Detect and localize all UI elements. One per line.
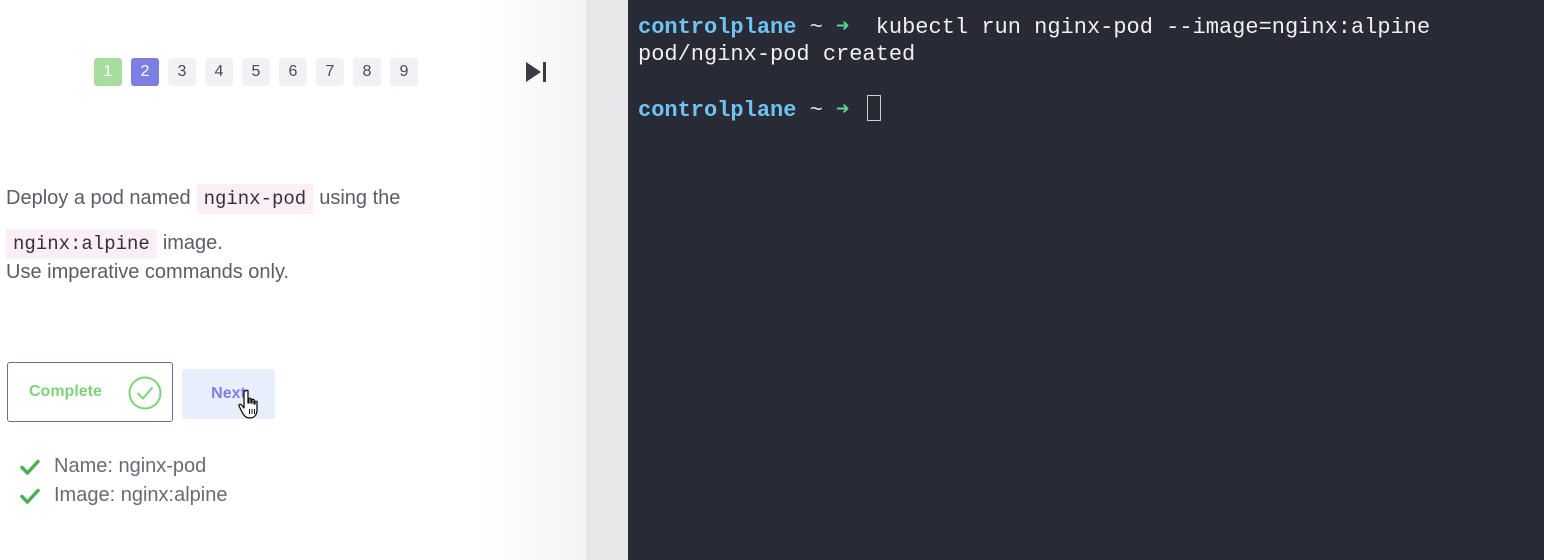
page-button-3[interactable]: 3 [168,58,196,86]
terminal-command-line: controlplane ~ ➜ kubectl run nginx-pod -… [638,14,1544,41]
check-circle-icon [128,376,162,410]
page-button-1[interactable]: 1 [94,58,122,86]
check-item-label: Image: nginx:alpine [54,484,228,506]
prompt-tilde: ~ [809,15,823,40]
skip-to-end-icon[interactable] [524,60,548,84]
complete-button[interactable]: Complete [7,362,173,422]
terminal-command: kubectl run nginx-pod --image=nginx:alpi… [875,15,1431,40]
question-line: Use imperative commands only. [6,258,526,286]
image-code: nginx:alpine [6,228,157,259]
page-button-2[interactable]: 2 [131,58,159,86]
page-button-5[interactable]: 5 [242,58,270,86]
check-item: Name: nginx-pod [20,452,227,481]
check-icon [20,457,40,477]
check-icon [20,486,40,506]
prompt-host: controlplane [638,98,797,123]
question-text-segment: image. [162,232,223,254]
validation-checklist: Name: nginx-pod Image: nginx:alpine [20,452,227,510]
prompt-tilde: ~ [809,98,823,123]
question-text-segment: Deploy a pod named [6,187,191,209]
question-instruction: Use imperative commands only. [6,260,290,283]
complete-button-label: Complete [29,383,102,400]
pod-name-code: nginx-pod [196,183,314,214]
question-pagination: 1 2 3 4 5 6 7 8 9 [94,58,418,86]
page-button-6[interactable]: 6 [279,58,307,86]
page-button-4[interactable]: 4 [205,58,233,86]
pointer-hand-icon [238,389,264,421]
prompt-host: controlplane [638,15,797,40]
terminal-cursor [866,95,881,121]
question-text-segment: using the [319,187,401,209]
panel-divider[interactable] [586,0,628,560]
terminal-output: pod/nginx-pod created [638,42,916,67]
question-line: Deploy a pod named nginx-pod using the [6,176,526,221]
terminal-prompt-line: controlplane ~ ➜ [638,95,1544,123]
app-root: 1 2 3 4 5 6 7 8 9 Deploy a pod named ngi… [0,0,1544,560]
task-panel: 1 2 3 4 5 6 7 8 9 Deploy a pod named ngi… [0,0,586,560]
page-button-7[interactable]: 7 [316,58,344,86]
prompt-arrow: ➜ [836,15,850,40]
check-item-label: Name: nginx-pod [54,455,207,477]
prompt-arrow: ➜ [836,98,850,123]
page-button-9[interactable]: 9 [390,58,418,86]
check-item: Image: nginx:alpine [20,481,227,510]
terminal[interactable]: controlplane ~ ➜ kubectl run nginx-pod -… [628,0,1544,560]
question-text: Deploy a pod named nginx-pod using the n… [6,176,526,286]
page-button-8[interactable]: 8 [353,58,381,86]
